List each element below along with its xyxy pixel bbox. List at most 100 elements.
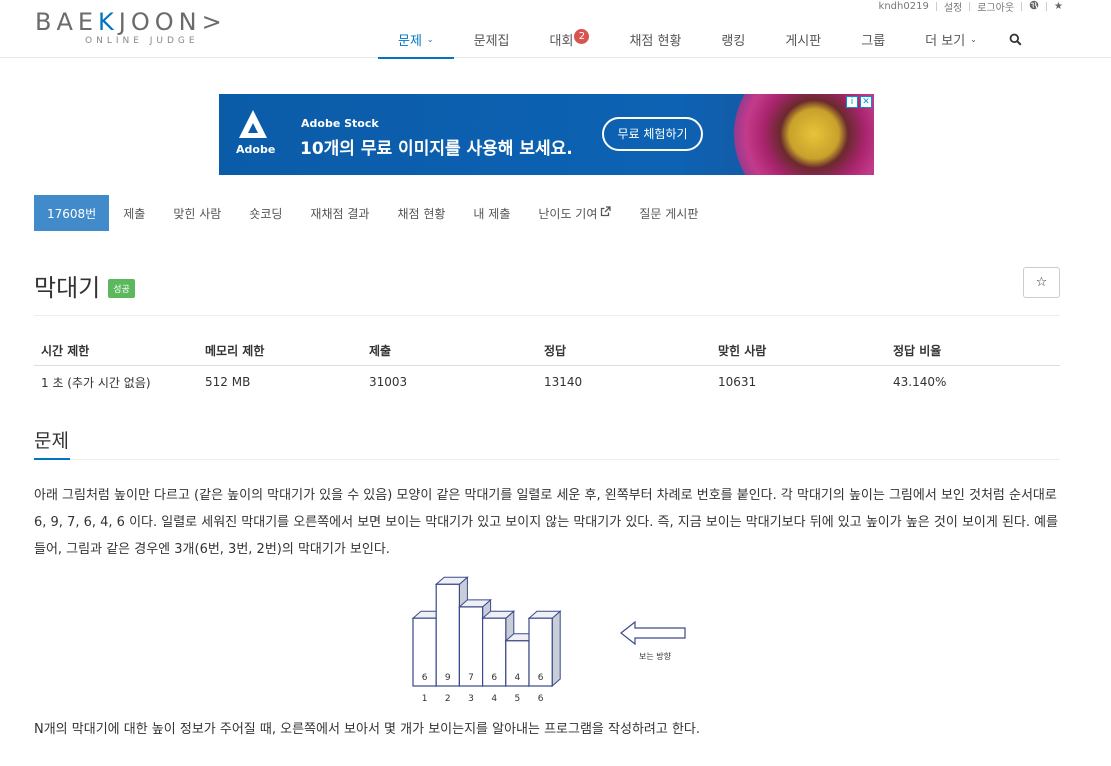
section-heading: 문제 [34, 430, 69, 452]
divider [1046, 1, 1048, 11]
table-row: 1 초 (추가 시간 없음) 512 MB 31003 13140 10631 … [34, 366, 1060, 398]
status-badge: 성공 [108, 279, 135, 298]
chevron-down-icon: ⌄ [970, 34, 977, 44]
accept-ratio-value: 43.140% [893, 375, 947, 389]
logo-subtitle: ONLINE JUDGE [85, 36, 199, 46]
close-icon[interactable]: ✕ [860, 96, 872, 108]
username-link[interactable]: kndh0219 [879, 1, 929, 12]
bar-side [551, 610, 561, 688]
header-time-limit: 시간 제한 [41, 344, 90, 358]
divider [1021, 1, 1023, 11]
tab-solved-users[interactable]: 맞힌 사람 [159, 195, 235, 231]
nav-groups[interactable]: 그룹 [841, 20, 905, 58]
time-limit-value: 1 초 (추가 시간 없음) [41, 375, 151, 390]
tab-short-coding[interactable]: 숏코딩 [235, 195, 296, 231]
bar-height-label: 9 [445, 673, 451, 683]
nav-ranking[interactable]: 랭킹 [701, 20, 765, 58]
divider [935, 1, 937, 11]
tab-problem-number[interactable]: 17608번 [34, 195, 110, 231]
tab-status[interactable]: 채점 현황 [383, 195, 459, 231]
nav-label: 대회 [549, 33, 574, 49]
bar-height-label: 4 [515, 673, 521, 683]
nav-label: 채점 현황 [629, 33, 682, 49]
divider [34, 315, 1060, 316]
table-header-row: 시간 제한 메모리 제한 제출 정답 맞힌 사람 정답 비율 [34, 336, 1060, 366]
nav-label: 그룹 [861, 33, 886, 49]
tab-difficulty-contribution[interactable]: 난이도 기여 [524, 195, 625, 231]
bar-index-label: 5 [515, 694, 521, 704]
bar-figure: 6 1 9 2 7 3 6 4 4 5 6 6 보는 방향 [411, 576, 686, 704]
header-memory-limit: 메모리 제한 [205, 344, 265, 358]
header-submissions: 제출 [369, 344, 392, 358]
header-solvers: 맞힌 사람 [718, 344, 767, 358]
main-nav: 문제 ⌄ 문제집 대회 2 채점 현황 랭킹 게시판 그룹 더 보기 ⌄ [378, 20, 1034, 59]
chevron-down-icon: ⌄ [426, 34, 434, 44]
problem-info-table: 시간 제한 메모리 제한 제출 정답 맞힌 사람 정답 비율 1 초 (추가 시… [34, 336, 1060, 398]
problem-title-row: 막대기 성공 [34, 268, 135, 303]
tab-submit[interactable]: 제출 [109, 195, 159, 231]
nav-label: 더 보기 [925, 33, 966, 49]
globe-icon[interactable] [1029, 0, 1039, 13]
bar-height-label: 6 [422, 673, 428, 683]
nav-label: 랭킹 [721, 33, 746, 49]
favorite-button[interactable]: ☆ [1023, 267, 1060, 298]
star-icon: ☆ [1035, 275, 1048, 290]
bar-index-label: 1 [422, 694, 428, 704]
info-icon[interactable]: i [846, 96, 858, 108]
view-direction-arrow [620, 620, 686, 646]
ad-controls: i ✕ [846, 96, 872, 108]
problem-title: 막대기 [34, 274, 101, 302]
nav-label: 게시판 [785, 33, 822, 49]
adobe-logo-word: Adobe [236, 143, 276, 156]
header-accept-ratio: 정답 비율 [893, 344, 942, 358]
tab-rejudge-results[interactable]: 재채점 결과 [296, 195, 383, 231]
ad-cta-button[interactable]: 무료 체험하기 [602, 117, 703, 151]
bar-index-label: 4 [491, 694, 497, 704]
bar-index-label: 3 [468, 694, 474, 704]
solvers-value: 10631 [718, 375, 757, 389]
nav-label: 문제 [398, 33, 422, 49]
nav-more[interactable]: 더 보기 ⌄ [905, 20, 997, 58]
ad-banner[interactable]: Adobe Adobe Stock 10개의 무료 이미지를 사용해 보세요. … [219, 94, 874, 175]
star-icon[interactable]: ★ [1054, 1, 1063, 12]
submissions-value: 31003 [369, 375, 408, 389]
section-heading-accent [34, 458, 70, 460]
logout-link[interactable]: 로그아웃 [977, 0, 1014, 14]
external-link-icon [600, 206, 612, 220]
header-accepted: 정답 [544, 344, 567, 358]
problem-tabs: 17608번 제출 맞힌 사람 숏코딩 재채점 결과 채점 현황 내 제출 난이… [34, 195, 712, 231]
adobe-logo: Adobe [236, 110, 276, 158]
nav-label: 문제집 [473, 33, 510, 49]
bar-height-label: 7 [468, 673, 474, 683]
nav-contests[interactable]: 대회 2 [530, 20, 610, 58]
nav-problems[interactable]: 문제 ⌄ [378, 20, 454, 59]
tab-questions[interactable]: 질문 게시판 [625, 195, 712, 231]
notification-badge: 2 [574, 28, 590, 44]
adobe-logo-mark [239, 110, 267, 138]
bar-height-label: 6 [538, 673, 544, 683]
divider [34, 459, 1060, 460]
tab-label: 난이도 기여 [538, 206, 598, 221]
arrow-label: 보는 방향 [639, 651, 672, 661]
bar [435, 583, 461, 687]
ad-headline: 10개의 무료 이미지를 사용해 보세요. [300, 139, 573, 159]
settings-link[interactable]: 설정 [944, 0, 962, 14]
site-logo[interactable]: BAEKJOON> ONLINE JUDGE [35, 8, 265, 50]
site-header: BAEKJOON> ONLINE JUDGE kndh0219 설정 로그아웃 … [0, 0, 1111, 59]
accepted-value: 13140 [544, 375, 583, 389]
problem-description: 아래 그림처럼 높이만 다르고 (같은 높이의 막대기가 있을 수 있음) 모양… [34, 488, 1059, 557]
ad-brand: Adobe Stock [301, 117, 379, 130]
logo-wordmark: BAEKJOON> [35, 8, 227, 36]
tab-my-submissions[interactable]: 내 제출 [459, 195, 524, 231]
memory-limit-value: 512 MB [205, 375, 251, 389]
problem-description-continued: N개의 막대기에 대한 높이 정보가 주어질 때, 오른쪽에서 보아서 몇 개가… [34, 722, 701, 737]
user-topbar: kndh0219 설정 로그아웃 ★ [879, 0, 1063, 14]
bar-index-label: 6 [538, 694, 544, 704]
search-icon[interactable] [997, 20, 1034, 58]
nav-status[interactable]: 채점 현황 [609, 20, 701, 58]
bar-height-label: 6 [491, 673, 497, 683]
nav-workbooks[interactable]: 문제집 [454, 20, 530, 58]
bar-index-label: 2 [445, 694, 451, 704]
divider [969, 1, 971, 11]
nav-board[interactable]: 게시판 [765, 20, 841, 58]
